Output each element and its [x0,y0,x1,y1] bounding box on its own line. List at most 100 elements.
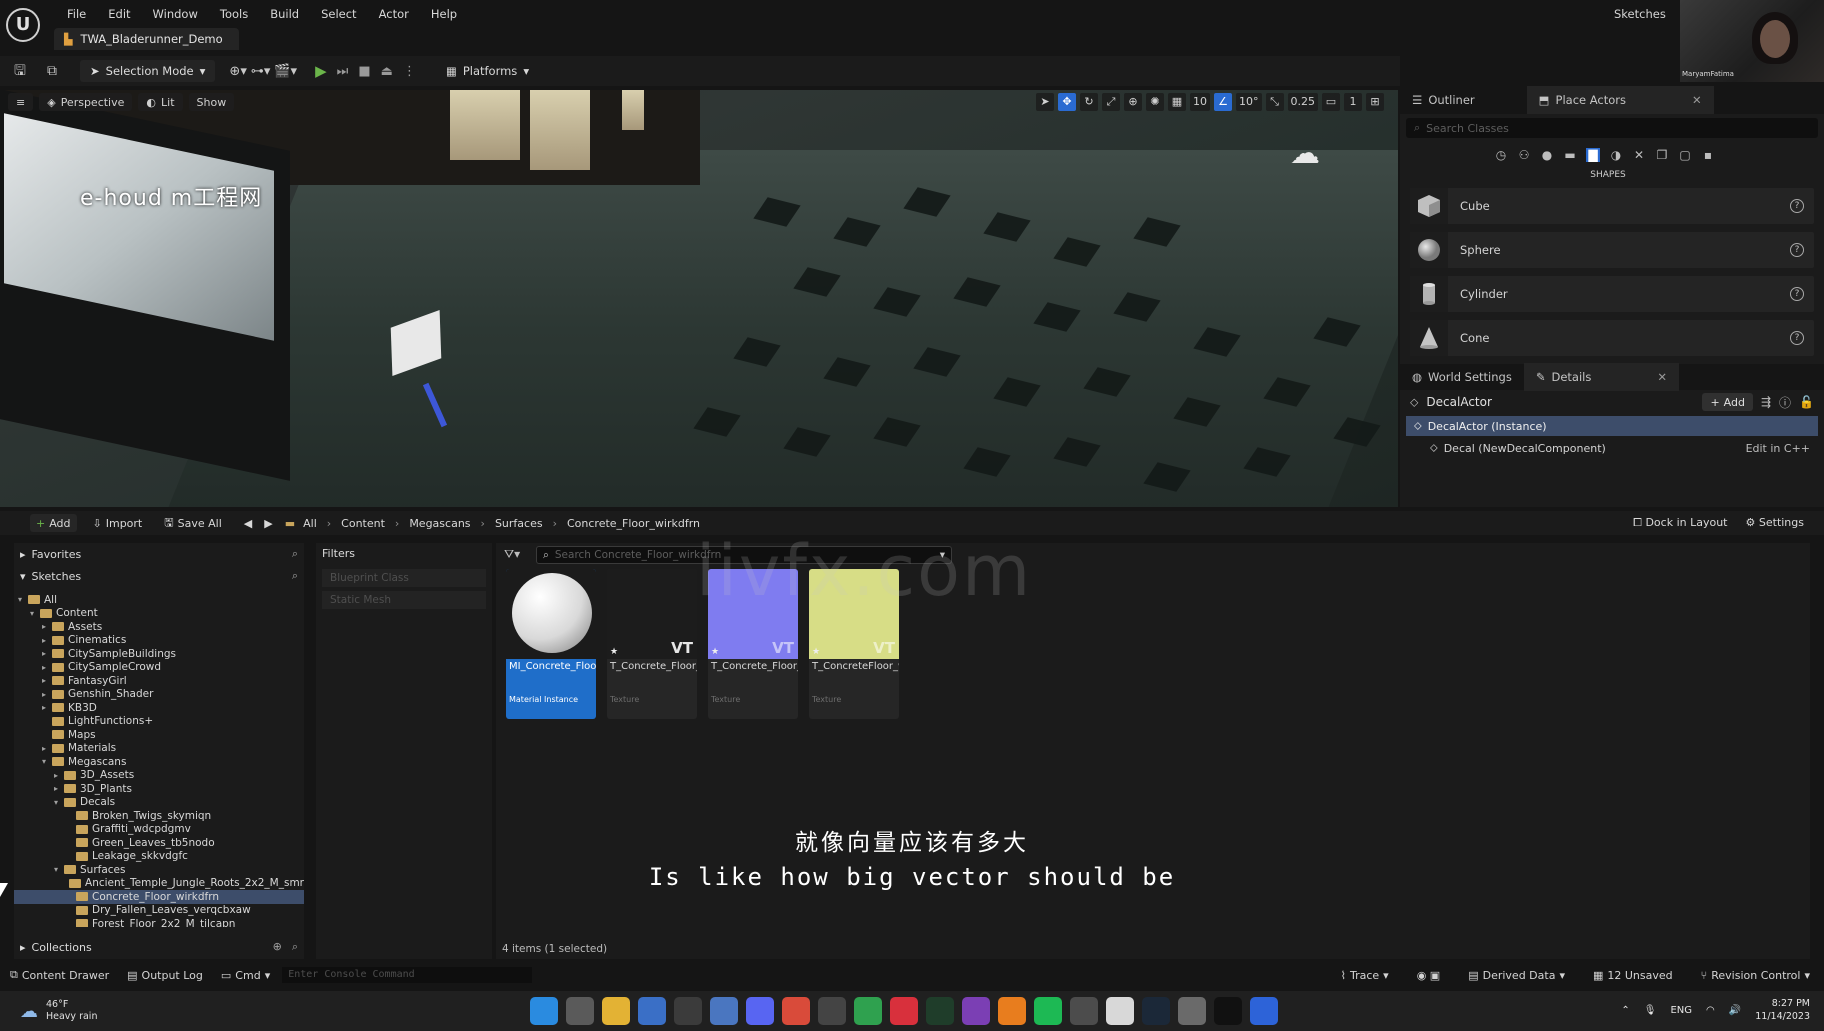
help-icon[interactable]: ? [1790,243,1804,257]
wifi-icon[interactable]: ◠ [1706,1005,1715,1016]
chevron-right-icon[interactable]: ▸ [42,703,52,712]
file-explorer-icon[interactable] [602,997,630,1025]
feather-icon[interactable] [854,997,882,1025]
perspective-button[interactable]: ◈ Perspective [39,93,133,111]
tree-folder-item[interactable]: ▸ CitySampleCrowd [14,661,304,675]
tree-folder-item[interactable]: Broken_Twigs_skymiqn [14,809,304,823]
filter-icon[interactable]: ⛛▾ [504,547,520,562]
shape-item-sphere[interactable]: Sphere ? [1410,232,1814,268]
camera-speed-icon[interactable]: ▭ [1322,93,1340,111]
tree-folder-item[interactable]: ▸ CitySampleBuildings [14,647,304,661]
platforms-dropdown[interactable]: ▦ Platforms ▾ [446,64,529,78]
unreal-logo-icon[interactable]: U [6,8,40,42]
lock-icon[interactable]: 🔓 [1799,395,1814,409]
filter-blueprint-class[interactable]: Blueprint Class [322,569,486,587]
blender-icon[interactable] [998,997,1026,1025]
tree-folder-item[interactable]: ▸ FantasyGirl [14,674,304,688]
shape-item-cube[interactable]: Cube ? [1410,188,1814,224]
maximize-viewport-icon[interactable]: ⊞ [1366,93,1384,111]
tree-folder-item[interactable]: ▾ Content [14,607,304,621]
selection-mode-dropdown[interactable]: ➤ Selection Mode ▾ [80,60,216,82]
task-view-icon[interactable] [566,997,594,1025]
favorites-section[interactable]: ▸ Favorites ⌕ [14,543,304,565]
microphone-icon[interactable]: 🎙 [1644,1005,1657,1016]
cinematic-icon[interactable]: ▬ [1563,148,1577,162]
world-space-icon[interactable]: ⊕ [1124,93,1142,111]
close-icon[interactable]: ✕ [1692,93,1702,107]
spotify-icon[interactable] [1034,997,1062,1025]
camera-speed-value[interactable]: 1 [1344,93,1362,111]
dock-in-layout-button[interactable]: ⧠ Dock in Layout [1633,516,1727,530]
help-icon[interactable]: ? [1790,199,1804,213]
chevron-right-icon[interactable]: ▸ [42,649,52,658]
chevron-right-icon[interactable]: ▸ [42,663,52,672]
menu-window[interactable]: Window [142,6,209,22]
onenote-icon[interactable] [962,997,990,1025]
tree-folder-item[interactable]: ▾ All [14,593,304,607]
rotate-tool-icon[interactable]: ↻ [1080,93,1098,111]
chevron-right-icon[interactable]: ▸ [54,784,64,793]
clock[interactable]: 8:27 PM 11/14/2023 [1755,997,1810,1023]
all-classes-icon[interactable]: ❐ [1655,148,1669,162]
help-icon[interactable]: ? [1790,287,1804,301]
github-icon[interactable] [818,997,846,1025]
tab-outliner[interactable]: ☰ Outliner [1400,86,1487,114]
content-drawer-button[interactable]: ⧉ Content Drawer [10,968,109,982]
chrome-icon[interactable] [782,997,810,1025]
menu-help[interactable]: Help [420,6,468,22]
import-button[interactable]: ⇩ Import [87,514,149,532]
tree-folder-item[interactable]: ▸ Assets [14,620,304,634]
blueprint-icon[interactable]: ⊶▾ [251,64,271,79]
tab-place-actors[interactable]: ⬒ Place Actors ✕ [1526,86,1714,114]
derived-data-dropdown[interactable]: ▤ Derived Data ▾ [1468,969,1565,982]
other-icon[interactable]: ▪ [1701,148,1715,162]
scale-tool-icon[interactable]: ⤢ [1102,93,1120,111]
translate-tool-icon[interactable]: ✥ [1058,93,1076,111]
tree-folder-item[interactable]: ▸ 3D_Assets [14,769,304,783]
asset-tile[interactable]: MI_Concrete_Floor_wirkdfrn_8K Material In… [506,569,596,719]
add-actor-icon[interactable]: ⊕▾ [229,64,246,79]
chevron-down-icon[interactable]: ▾ [54,798,64,807]
collections-section[interactable]: ▸ Collections ⊕ ⌕ [14,936,304,958]
chevron-right-icon[interactable]: ▸ [54,771,64,780]
menu-actor[interactable]: Actor [368,6,420,22]
chevron-right-icon[interactable]: ▸ [42,690,52,699]
add-collection-icon[interactable]: ⊕ [273,940,282,954]
basic-icon[interactable]: ⚇ [1517,148,1531,162]
menu-tools[interactable]: Tools [209,6,259,22]
settings-button[interactable]: ⚙ Settings [1746,516,1805,530]
search-icon[interactable]: ⌕ [292,569,298,583]
select-tool-icon[interactable]: ➤ [1036,93,1054,111]
breadcrumb-surfaces[interactable]: Surfaces [495,517,543,530]
save-all-button[interactable]: 🖫 Save All [158,514,228,532]
language-indicator[interactable]: ENG [1670,1005,1692,1016]
search-classes-input[interactable]: ⌕ Search Classes [1406,118,1818,138]
steam-icon[interactable] [1142,997,1170,1025]
viewport-menu-button[interactable]: ≡ [8,93,34,111]
console-command-input[interactable]: Enter Console Command [282,967,533,983]
shape-item-cone[interactable]: Cone ? [1410,320,1814,356]
add-component-button[interactable]: + Add [1702,393,1753,411]
cmd-dropdown[interactable]: ▭ Cmd ▾ [221,969,270,982]
record-icon[interactable]: ◉ ▣ [1417,969,1441,982]
tree-folder-item[interactable]: ▾ Decals [14,796,304,810]
content-browser-icon[interactable]: ⧉ [40,60,64,82]
more-options-icon[interactable]: ⋮ [403,64,416,79]
chevron-up-icon[interactable]: ⌃ [1621,1005,1629,1016]
tab-details[interactable]: ✎ Details ✕ [1523,363,1679,391]
project-tab[interactable]: ▙ TWA_Bladerunner_Demo [54,28,239,50]
chevron-down-icon[interactable]: ▾ [30,609,40,618]
step-icon[interactable]: ⏭ [337,64,349,79]
component-row-decal[interactable]: ⬦ Decal (NewDecalComponent) Edit in C++ [1406,438,1818,458]
breadcrumb-content[interactable]: Content [341,517,385,530]
volumes-icon[interactable]: ✕ [1632,148,1646,162]
output-log-button[interactable]: ▤ Output Log [127,969,203,982]
stop-icon[interactable]: ■ [358,64,370,79]
grid-snap-icon[interactable]: ▦ [1168,93,1186,111]
substance-designer-icon[interactable] [926,997,954,1025]
asset-tile[interactable]: ★ VT T_Concrete_Floor_wirkdfrn_8K_D Texture [607,569,697,719]
tree-folder-item[interactable]: ▾ Megascans [14,755,304,769]
chevron-right-icon[interactable]: ▸ [42,744,52,753]
chevron-right-icon[interactable]: ▸ [42,636,52,645]
weather-widget[interactable]: ☁ 46°F Heavy rain [20,999,97,1023]
